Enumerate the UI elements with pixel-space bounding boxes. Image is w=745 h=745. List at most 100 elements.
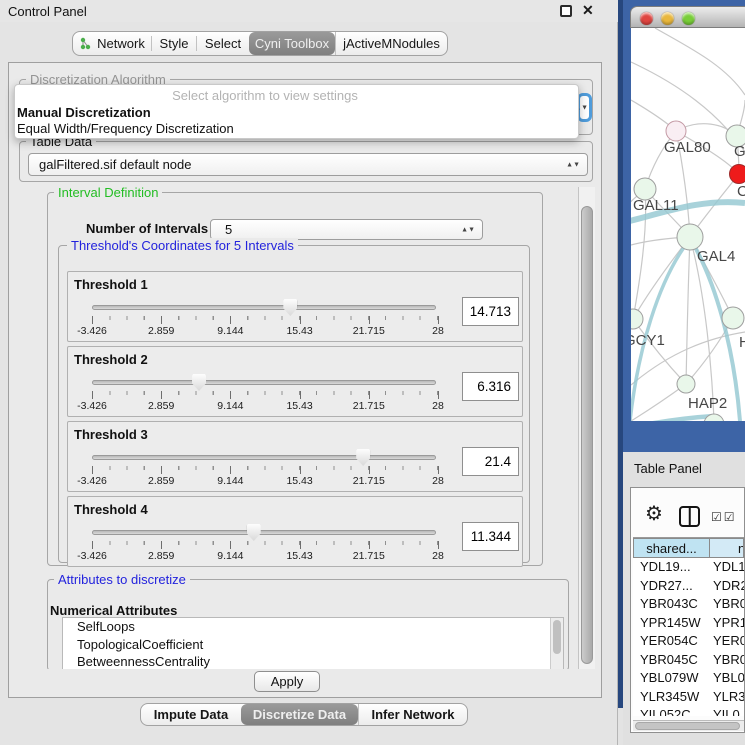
slider-ticks (92, 466, 438, 474)
top-tab-bar: Network Style Select Cyni Toolbox jActiv… (72, 31, 448, 56)
table-header-row: shared... n (633, 537, 744, 558)
zoom-traffic-light[interactable] (682, 12, 695, 25)
column-header-shared-name[interactable]: shared... (633, 538, 710, 558)
control-panel: Control Panel ✕ Network Style Select Cyn… (0, 0, 618, 745)
network-window-titlebar[interactable] (630, 6, 745, 28)
threshold-3-panel: Threshold 3 -3.4262.8599.14415.4321.7152… (67, 421, 523, 492)
table-row[interactable]: YBR045CYBR0 (633, 651, 744, 670)
column-header-name[interactable]: n (710, 538, 744, 558)
node-red-selected[interactable] (730, 165, 745, 184)
settings-vertical-scrollbar[interactable] (578, 187, 595, 669)
table-panel-title: Table Panel (634, 461, 702, 476)
threshold-3-slider-thumb[interactable] (356, 449, 370, 466)
threshold-4-slider[interactable] (92, 530, 436, 535)
bottom-tab-bar: Impute Data Discretize Data Infer Networ… (140, 703, 468, 726)
node-label: GAL11 (633, 197, 679, 214)
table-data-combo-value: galFiltered.sif default node (29, 157, 191, 172)
tab-cyni-toolbox[interactable]: Cyni Toolbox (249, 32, 335, 55)
threshold-4-label: Threshold 4 (74, 502, 148, 517)
table-row[interactable]: YDL19...YDL1 (633, 558, 744, 577)
node-label: GCY1 (631, 332, 665, 349)
tab-network-label: Network (97, 36, 145, 51)
scrollbar-thumb[interactable] (581, 206, 593, 664)
threshold-4-slider-thumb[interactable] (247, 524, 261, 541)
algorithm-dropdown-popup: Select algorithm to view settings Manual… (14, 84, 579, 139)
table-row[interactable]: YLR345WYLR3 (633, 688, 744, 707)
network-nodes (631, 121, 745, 421)
threshold-3-value-field[interactable] (462, 447, 519, 476)
tab-select[interactable]: Select (197, 32, 249, 55)
list-item[interactable]: SelfLoops (63, 618, 563, 636)
stepper-arrows-icon: ▲▼ (566, 162, 580, 167)
algorithm-combo-stepper[interactable]: ▲▼ (577, 93, 592, 122)
slider-tick-labels: -3.4262.8599.14415.4321.71528 (92, 325, 438, 337)
table-horizontal-scrollbar[interactable] (633, 720, 744, 731)
node-label: H (739, 334, 745, 351)
tab-infer-network[interactable]: Infer Network (358, 704, 467, 725)
apply-button[interactable]: Apply (254, 671, 320, 692)
scrollbar-thumb[interactable] (635, 722, 740, 730)
attributes-groupbox: Attributes to discretize Numerical Attri… (47, 579, 569, 669)
tab-network[interactable]: Network (73, 32, 151, 55)
slider-tick-labels: -3.4262.8599.14415.4321.71528 (92, 475, 438, 487)
slider-ticks (92, 541, 438, 549)
close-icon[interactable]: ✕ (582, 2, 594, 19)
dropdown-option-manual[interactable]: Manual Discretization (17, 105, 151, 120)
scrollbar-thumb[interactable] (553, 620, 561, 654)
table-row[interactable]: YIL052CYIL0 (633, 706, 744, 716)
threshold-1-slider-thumb[interactable] (283, 299, 297, 316)
threshold-1-slider[interactable] (92, 305, 436, 310)
table-row[interactable]: YER054CYER0 (633, 632, 744, 651)
table-data-combo[interactable]: galFiltered.sif default node ▲▼ (28, 153, 588, 176)
network-icon (79, 37, 92, 50)
tab-discretize-data[interactable]: Discretize Data (241, 704, 358, 725)
numerical-attributes-list[interactable]: SelfLoops TopologicalCoefficient Between… (62, 617, 564, 669)
slider-ticks (92, 391, 438, 399)
close-traffic-light[interactable] (640, 12, 653, 25)
node-gcy1[interactable] (631, 309, 643, 329)
table-body[interactable]: YDL19...YDL1 YDR27...YDR2 YBR043CYBR0 YP… (633, 558, 744, 716)
slider-ticks (92, 316, 438, 324)
attributes-group-label: Attributes to discretize (54, 572, 190, 587)
tab-jactivemnodules[interactable]: jActiveMNodules (335, 32, 447, 55)
table-row[interactable]: YDR27...YDR2 (633, 577, 744, 596)
threshold-3-slider[interactable] (92, 455, 436, 460)
threshold-2-slider-thumb[interactable] (192, 374, 206, 391)
table-row[interactable]: YBL079WYBL0 (633, 669, 744, 688)
attributes-list-scrollbar[interactable] (550, 618, 563, 669)
tab-impute-data[interactable]: Impute Data (141, 704, 241, 725)
threshold-4-value-field[interactable] (462, 522, 519, 551)
split-columns-icon[interactable] (679, 506, 700, 527)
node-table-panel: ⚙ ☑☑ shared... n YDL19...YDL1 YDR27...YD… (630, 487, 745, 733)
list-item[interactable]: TopologicalCoefficient (63, 636, 563, 654)
slider-tick-labels: -3.4262.8599.14415.4321.71528 (92, 400, 438, 412)
list-item[interactable]: BetweennessCentrality (63, 653, 563, 669)
control-panel-titlebar: Control Panel ✕ (0, 0, 618, 22)
threshold-1-label: Threshold 1 (74, 277, 148, 292)
float-window-icon[interactable] (560, 5, 572, 17)
threshold-2-value-field[interactable] (462, 372, 519, 401)
node-h[interactable] (722, 307, 744, 329)
node-gal80[interactable] (666, 121, 686, 141)
slider-tick-labels: -3.4262.8599.14415.4321.71528 (92, 550, 438, 562)
cyni-toolbox-content: Discretization Algorithm ▲▼ Select algor… (8, 62, 602, 698)
network-canvas: GAL80 G C GAL11 GAL4 GCY1 H HAP2 (631, 28, 745, 421)
table-row[interactable]: YPR145WYPR1 (633, 614, 744, 633)
threshold-2-slider[interactable] (92, 380, 436, 385)
threshold-coordinates-groupbox: Threshold's Coordinates for 5 Intervals … (58, 245, 530, 563)
node-label: G (734, 143, 745, 160)
node-gal4[interactable] (677, 224, 703, 250)
gear-icon[interactable]: ⚙ (645, 504, 663, 524)
dropdown-hint: Select algorithm to view settings (15, 88, 515, 103)
threshold-1-value-field[interactable] (462, 297, 519, 326)
table-row[interactable]: YBR043CYBR0 (633, 595, 744, 614)
node-hap2[interactable] (677, 375, 695, 393)
threshold-coordinates-label: Threshold's Coordinates for 5 Intervals (67, 238, 298, 253)
panel-title: Control Panel (8, 4, 87, 19)
minimize-traffic-light[interactable] (661, 12, 674, 25)
tab-style[interactable]: Style (152, 32, 196, 55)
dropdown-option-equal-width[interactable]: Equal Width/Frequency Discretization (17, 121, 234, 136)
number-of-intervals-combo[interactable]: 5 ▲▼ (210, 219, 483, 240)
select-columns-icons[interactable]: ☑☑ (711, 510, 737, 524)
node-label: GAL80 (664, 139, 711, 156)
